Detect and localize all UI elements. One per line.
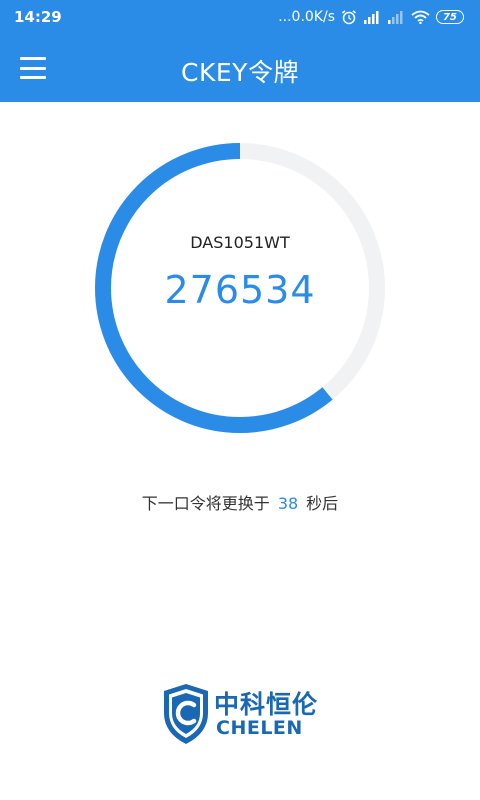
company-logo: 中科恒伦 CHELEN xyxy=(162,683,322,745)
countdown-seconds: 38 xyxy=(277,494,299,513)
logo-name-cn: 中科恒伦 xyxy=(214,690,319,719)
countdown-prefix: 下一口令将更换于 xyxy=(141,494,270,513)
page-title: CKEY令牌 xyxy=(181,58,299,87)
logo-name-en: CHELEN xyxy=(216,717,303,739)
signal-weak-icon xyxy=(387,10,405,24)
status-time: 14:29 xyxy=(14,8,62,26)
network-speed: ...0.0K/s xyxy=(278,9,335,25)
status-indicators: ...0.0K/s 75 xyxy=(278,9,464,25)
wifi-icon xyxy=(411,10,430,24)
countdown-text: 下一口令将更换于 38 秒后 xyxy=(0,490,480,514)
countdown-suffix: 秒后 xyxy=(306,494,339,513)
app-bar: CKEY令牌 xyxy=(0,34,480,102)
shield-icon xyxy=(164,684,208,744)
token-code: 276534 xyxy=(164,268,316,312)
token-countdown-ring: DAS1051WT 276534 xyxy=(95,143,385,433)
battery-level: 75 xyxy=(443,11,457,23)
battery-icon: 75 xyxy=(436,10,464,24)
device-name: DAS1051WT xyxy=(190,233,290,252)
status-bar: 14:29 ...0.0K/s 75 xyxy=(0,0,480,34)
signal-icon xyxy=(363,10,381,24)
alarm-icon xyxy=(341,9,357,25)
